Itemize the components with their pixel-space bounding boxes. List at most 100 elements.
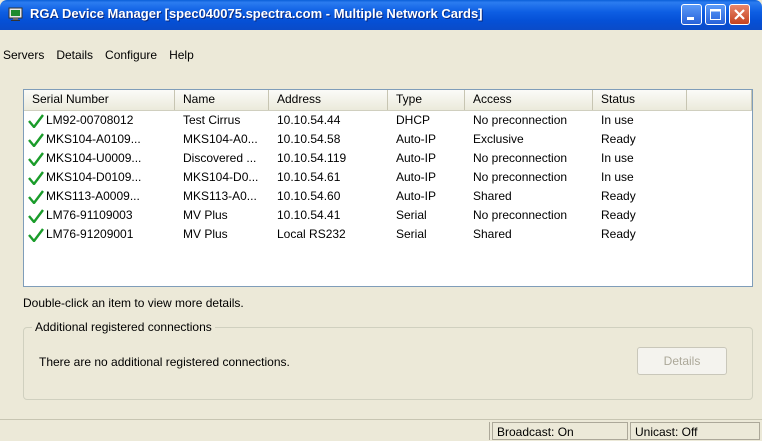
table-row[interactable]: LM92-00708012 Test Cirrus 10.10.54.44 DHCP N… [24, 111, 752, 130]
table-row[interactable]: MKS104-U0009... Discovered ... 10.10.54.11… [24, 149, 752, 168]
cell-text: Test Cirrus [183, 113, 241, 127]
column-name[interactable]: Name [175, 90, 269, 110]
cell-status: Ready [593, 225, 687, 244]
device-list-header: Serial Number Name Address Type Access S… [24, 90, 752, 111]
cell-name: MKS104-A0... [175, 130, 269, 149]
column-address[interactable]: Address [269, 90, 388, 110]
cell-text: In use [601, 113, 634, 127]
cell-text: Local RS232 [277, 227, 346, 241]
cell-text: MKS104-A0109... [46, 132, 141, 146]
cell-text: 10.10.54.41 [277, 208, 341, 222]
cell-serial-number: LM92-00708012 [24, 111, 175, 130]
cell-status: In use [593, 168, 687, 187]
cell-access: No preconnection [465, 168, 593, 187]
table-row[interactable]: MKS104-D0109... MKS104-D0... 10.10.54.61 Au… [24, 168, 752, 187]
cell-name: MV Plus [175, 206, 269, 225]
cell-type: Auto-IP [388, 168, 465, 187]
hint-text: Double-click an item to view more detail… [23, 296, 244, 310]
green-check-icon [28, 151, 44, 166]
column-status[interactable]: Status [593, 90, 687, 110]
column-access[interactable]: Access [465, 90, 593, 110]
table-row[interactable]: LM76-91209001 MV Plus Local RS232 Serial Sha… [24, 225, 752, 244]
table-row[interactable]: LM76-91109003 MV Plus 10.10.54.41 Serial No … [24, 206, 752, 225]
cell-serial-number: MKS104-U0009... [24, 149, 175, 168]
menu-details[interactable]: Details [50, 46, 99, 64]
green-check-icon [28, 208, 44, 223]
cell-text: Auto-IP [396, 170, 437, 184]
cell-status: In use [593, 111, 687, 130]
cell-text: 10.10.54.44 [277, 113, 341, 127]
status-bar: Broadcast: On Unicast: Off [0, 419, 762, 441]
cell-text: MKS104-D0... [183, 170, 259, 184]
additional-connections-group: Additional registered connections There … [23, 320, 753, 400]
cell-text: No preconnection [473, 170, 568, 184]
cell-text: MV Plus [183, 227, 228, 241]
cell-type: Auto-IP [388, 149, 465, 168]
cell-serial-number: LM76-91209001 [24, 225, 175, 244]
cell-address: 10.10.54.41 [269, 206, 388, 225]
cell-text: Serial [396, 208, 427, 222]
cell-address: 10.10.54.58 [269, 130, 388, 149]
details-button[interactable]: Details [637, 347, 727, 375]
cell-text: MKS104-A0... [183, 132, 258, 146]
cell-access: Shared [465, 225, 593, 244]
cell-text: Ready [601, 132, 636, 146]
cell-text: 10.10.54.61 [277, 170, 341, 184]
menu-bar: Servers Details Configure Help [0, 46, 762, 64]
green-check-icon [28, 189, 44, 204]
title-bar[interactable]: RGA Device Manager [spec040075.spectra.c… [0, 0, 762, 30]
cell-text: LM92-00708012 [46, 113, 134, 127]
cell-text: Auto-IP [396, 189, 437, 203]
cell-text: MKS104-D0109... [46, 170, 142, 184]
status-panel-main [2, 422, 490, 440]
cell-text: Exclusive [473, 132, 524, 146]
table-row[interactable]: MKS113-A0009... MKS113-A0... 10.10.54.60 Au… [24, 187, 752, 206]
cell-text: Serial [396, 227, 427, 241]
cell-access: Exclusive [465, 130, 593, 149]
cell-text: No preconnection [473, 208, 568, 222]
column-serial-number[interactable]: Serial Number [24, 90, 175, 110]
cell-type: Auto-IP [388, 187, 465, 206]
menu-servers[interactable]: Servers [0, 46, 50, 64]
cell-status: In use [593, 149, 687, 168]
cell-text: 10.10.54.58 [277, 132, 341, 146]
cell-serial-number: LM76-91109003 [24, 206, 175, 225]
device-list[interactable]: Serial Number Name Address Type Access S… [23, 89, 753, 287]
cell-text: MKS113-A0... [183, 189, 257, 203]
cell-text: In use [601, 170, 634, 184]
cell-serial-number: MKS113-A0009... [24, 187, 175, 206]
cell-text: Ready [601, 227, 636, 241]
cell-access: No preconnection [465, 111, 593, 130]
cell-text: In use [601, 151, 634, 165]
table-row[interactable]: MKS104-A0109... MKS104-A0... 10.10.54.58 Au… [24, 130, 752, 149]
cell-name: MKS104-D0... [175, 168, 269, 187]
column-blank[interactable] [687, 90, 752, 110]
no-connections-message: There are no additional registered conne… [39, 355, 290, 369]
column-type[interactable]: Type [388, 90, 465, 110]
menu-help[interactable]: Help [163, 46, 200, 64]
green-check-icon [28, 113, 44, 128]
app-icon [8, 6, 24, 22]
cell-type: DHCP [388, 111, 465, 130]
cell-text: LM76-91109003 [46, 208, 133, 222]
minimize-button[interactable] [681, 4, 702, 25]
cell-type: Auto-IP [388, 130, 465, 149]
cell-name: Test Cirrus [175, 111, 269, 130]
close-button[interactable] [729, 4, 750, 25]
cell-access: No preconnection [465, 206, 593, 225]
cell-type: Serial [388, 225, 465, 244]
cell-address: 10.10.54.61 [269, 168, 388, 187]
window-title: RGA Device Manager [spec040075.spectra.c… [30, 6, 483, 21]
cell-access: Shared [465, 187, 593, 206]
cell-name: Discovered ... [175, 149, 269, 168]
cell-access: No preconnection [465, 149, 593, 168]
maximize-button[interactable] [705, 4, 726, 25]
cell-text: No preconnection [473, 113, 568, 127]
cell-serial-number: MKS104-A0109... [24, 130, 175, 149]
menu-configure[interactable]: Configure [99, 46, 163, 64]
cell-status: Ready [593, 206, 687, 225]
cell-address: Local RS232 [269, 225, 388, 244]
cell-text: Ready [601, 208, 636, 222]
device-list-body: LM92-00708012 Test Cirrus 10.10.54.44 DHCP N… [24, 111, 752, 244]
cell-text: 10.10.54.60 [277, 189, 341, 203]
